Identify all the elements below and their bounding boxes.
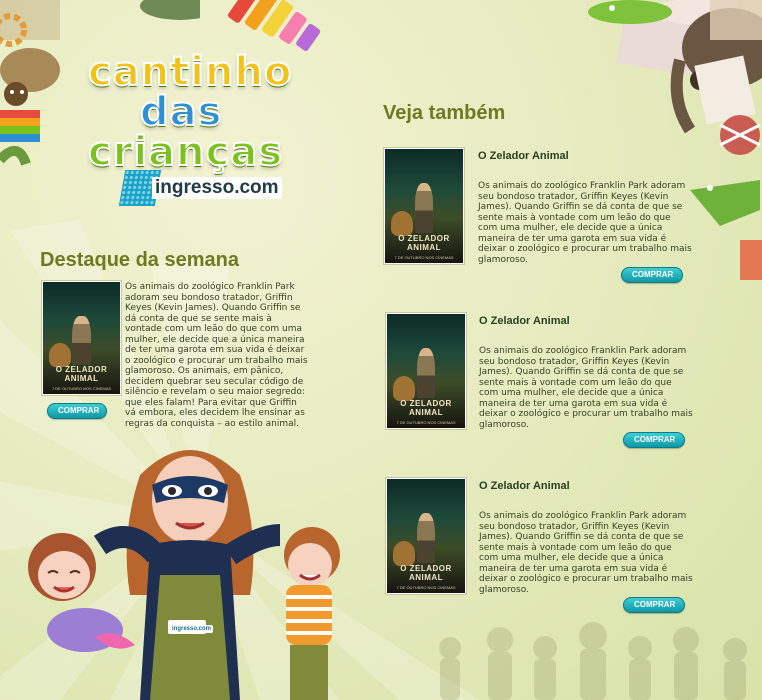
poster-lion [391, 210, 414, 236]
see-also-poster-3[interactable]: O ZELADOR ANIMAL 7 DE OUTUBRO NOS CINEMA… [386, 478, 466, 594]
ingresso-logo[interactable]: ingresso.com [118, 170, 282, 206]
see-also-poster-2[interactable]: O ZELADOR ANIMAL 7 DE OUTUBRO NOS CINEMA… [386, 313, 466, 429]
logo-line-criancas: crianças [87, 129, 284, 175]
see-also-title-3[interactable]: O Zelador Animal [479, 480, 570, 492]
poster-subtitle: 7 DE OUTUBRO NOS CINEMAS [394, 254, 454, 260]
highlight-buy-button[interactable]: COMPRAR [47, 403, 107, 419]
poster-title: O ZELADOR ANIMAL [400, 398, 452, 417]
see-also-buy-button-3[interactable]: COMPRAR [623, 597, 685, 613]
ingresso-wordmark: ingresso.com [152, 177, 282, 199]
see-also-description-3: Os animais do zoológico Franklin Park ad… [479, 511, 693, 595]
poster-lion [393, 375, 416, 401]
see-also-title-2[interactable]: O Zelador Animal [479, 315, 570, 327]
logo-line-das: das [139, 89, 223, 135]
mascot-badge: ingresso.com [170, 625, 214, 633]
poster-figure [72, 315, 91, 365]
see-also-title-1[interactable]: O Zelador Animal [478, 150, 569, 162]
poster-title: O ZELADOR ANIMAL [400, 563, 452, 582]
see-also-poster-1[interactable]: O ZELADOR ANIMAL 7 DE OUTUBRO NOS CINEMA… [384, 148, 464, 264]
poster-title: O ZELADOR ANIMAL [55, 364, 108, 383]
poster-lion [49, 342, 71, 368]
poster-subtitle: 7 DE OUTUBRO NOS CINEMAS [396, 584, 456, 590]
see-also-buy-button-1[interactable]: COMPRAR [621, 267, 683, 283]
see-also-description-1: Os animais do zoológico Franklin Park ad… [478, 181, 692, 265]
see-also-description-2: Os animais do zoológico Franklin Park ad… [479, 346, 693, 430]
poster-lion [393, 540, 416, 566]
poster-figure [414, 183, 434, 234]
poster-subtitle: 7 DE OUTUBRO NOS CINEMAS [51, 385, 112, 391]
poster-figure [416, 348, 436, 399]
poster-title: O ZELADOR ANIMAL [398, 233, 450, 252]
logo-line-cantinho: cantinho [87, 49, 293, 95]
mascot-illustration [28, 450, 340, 700]
cantinho-das-criancas-logo[interactable]: cantinho das crianças [87, 49, 298, 175]
poster-figure [416, 513, 436, 564]
highlight-heading: Destaque da semana [40, 249, 239, 271]
highlight-poster[interactable]: O ZELADOR ANIMAL 7 DE OUTUBRO NOS CINEMA… [42, 281, 121, 395]
xylophone-decoration [228, 0, 321, 51]
poster-subtitle: 7 DE OUTUBRO NOS CINEMAS [396, 419, 456, 425]
see-also-heading: Veja também [383, 102, 506, 124]
highlight-description: Os animais do zoológico Franklin Park ad… [125, 282, 308, 429]
see-also-buy-button-2[interactable]: COMPRAR [623, 432, 685, 448]
